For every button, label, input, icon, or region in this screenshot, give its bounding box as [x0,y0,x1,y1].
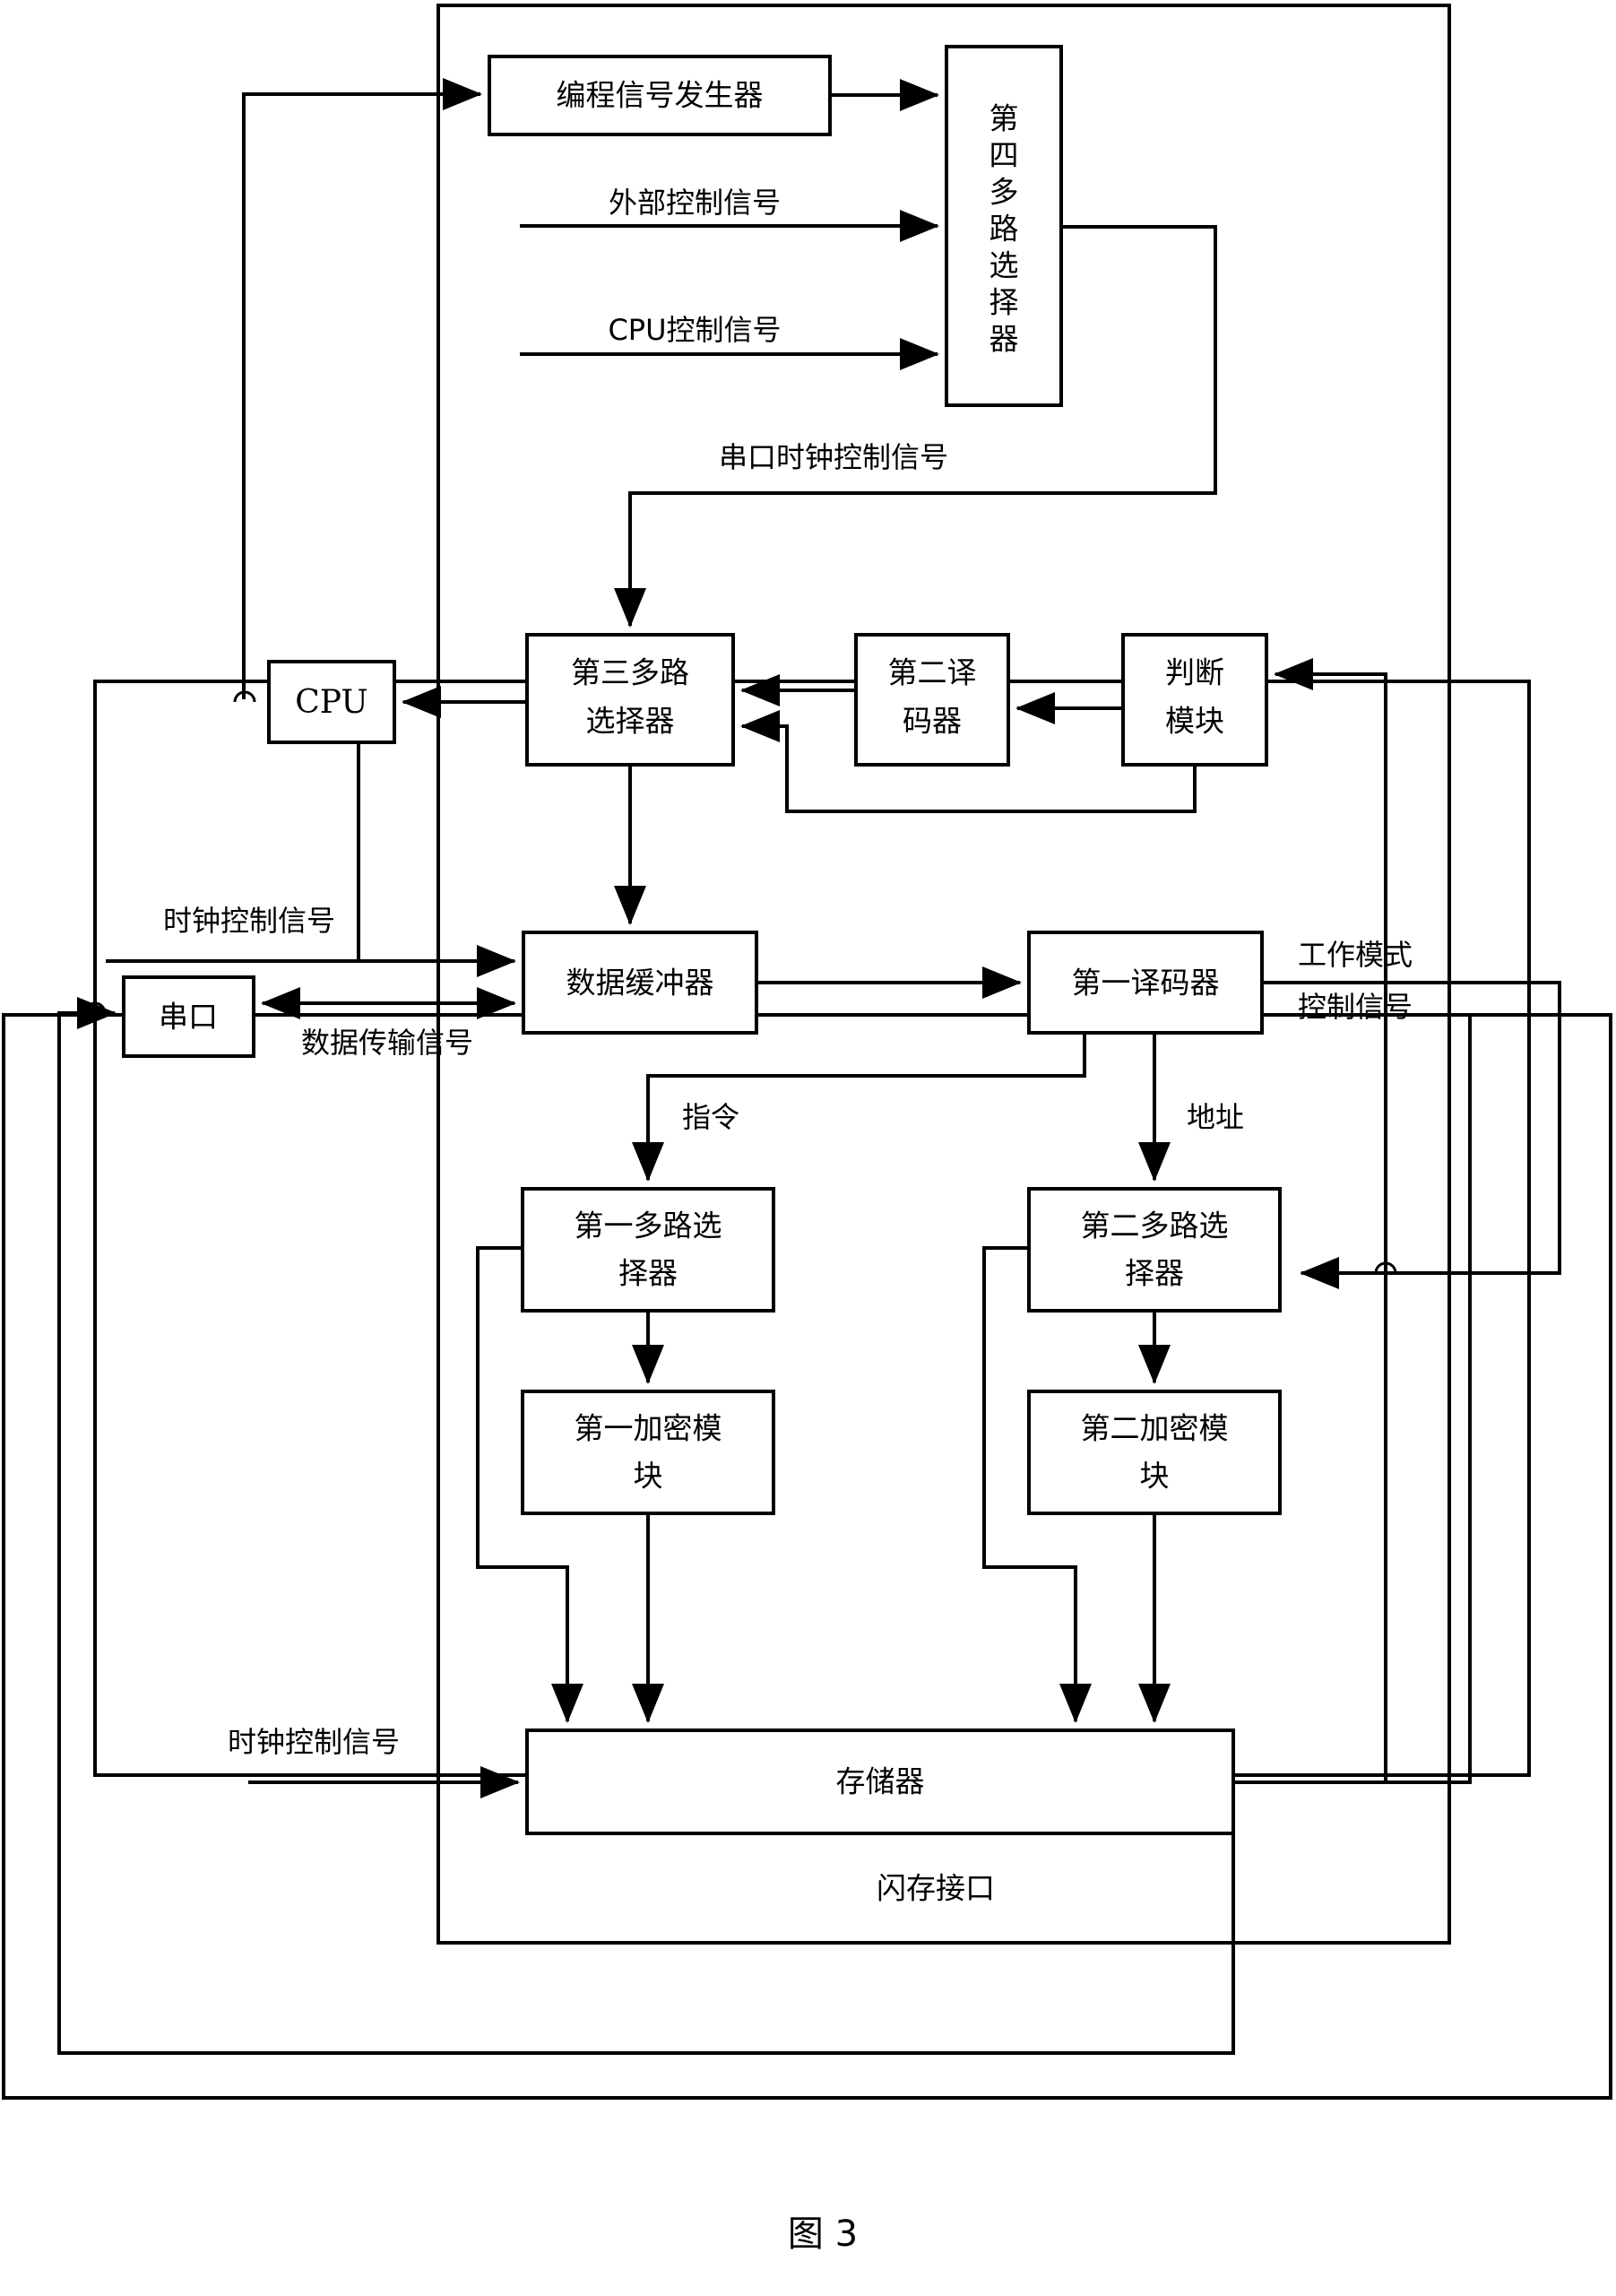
label-first-crypto-line1: 第一加密模 [575,1411,722,1446]
label-judge-module-line1: 判断 [1165,655,1224,690]
label-cpu: CPU [295,684,367,721]
label-clock-control-signal-lower: 时钟控制信号 [228,1725,400,1759]
block-second-mux[interactable] [1027,1187,1282,1313]
label-first-mux-line2: 择器 [618,1256,678,1291]
wire-fourth-mux-to-third-mux [614,225,1217,628]
label-first-decoder: 第一译码器 [1072,966,1220,1001]
label-external-control-signal: 外部控制信号 [609,186,781,220]
label-serial-clock-control-signal: 串口时钟控制信号 [719,440,948,474]
middle-frame [93,680,1531,1777]
figure-caption: 图 3 [788,2214,858,2255]
label-clock-control-signal-upper: 时钟控制信号 [163,904,335,938]
label-first-mux-line1: 第一多路选 [575,1209,722,1243]
label-serial-port: 串口 [159,1000,218,1035]
label-third-mux-line1: 第三多路 [571,655,689,690]
label-second-crypto-line2: 块 [1140,1459,1170,1494]
label-second-crypto-line1: 第二加密模 [1081,1411,1229,1446]
label-second-decoder-line2: 码器 [903,704,962,739]
label-address-signal: 地址 [1187,1100,1244,1134]
label-work-mode-control-line1: 工作模式 [1298,938,1413,972]
block-first-crypto-module[interactable] [521,1390,775,1515]
label-third-mux-line2: 选择器 [586,704,675,739]
block-second-crypto-module[interactable] [1027,1390,1282,1515]
label-second-mux-line1: 第二多路选 [1081,1209,1229,1243]
block-diagram: 编程信号发生器 第 四 多 路 选 择 器 CPU 第三多路 选择器 第二译 码… [2,4,1612,2255]
label-first-crypto-line2: 块 [634,1459,663,1494]
label-fourth-mux-char-2: 四 [989,138,1019,173]
label-work-mode-control-line2: 控制信号 [1298,990,1413,1024]
wire-work-mode-control-bus [1262,981,1561,1289]
label-program-signal-generator: 编程信号发生器 [557,78,764,113]
label-second-decoder-line1: 第二译 [888,655,977,690]
outer-frame [2,1013,1612,2100]
label-fourth-mux-char-5: 选 [989,248,1019,283]
block-first-mux[interactable] [521,1187,775,1313]
label-instruction-signal: 指令 [682,1100,739,1134]
label-data-transfer-signal: 数据传输信号 [301,1026,473,1060]
label-cpu-control-signal: CPU控制信号 [608,313,781,347]
label-fourth-mux-char-6: 择 [989,285,1019,320]
wire-cpu-to-program-signal-generator [242,78,482,699]
label-fourth-mux-char-3: 多 [989,175,1019,210]
label-memory: 存储器 [836,1764,925,1799]
patent-figure-root: 编程信号发生器 第 四 多 路 选 择 器 CPU 第三多路 选择器 第二译 码… [0,0,1616,2296]
label-judge-module-line2: 模块 [1165,704,1224,739]
label-second-mux-line2: 择器 [1125,1256,1184,1291]
label-fourth-mux-char-4: 路 [989,212,1019,247]
label-flash-interface: 闪存接口 [877,1871,995,1906]
label-data-buffer: 数据缓冲器 [566,966,714,1001]
label-fourth-mux-char-1: 第 [989,101,1019,136]
label-fourth-mux-char-7: 器 [989,322,1019,357]
